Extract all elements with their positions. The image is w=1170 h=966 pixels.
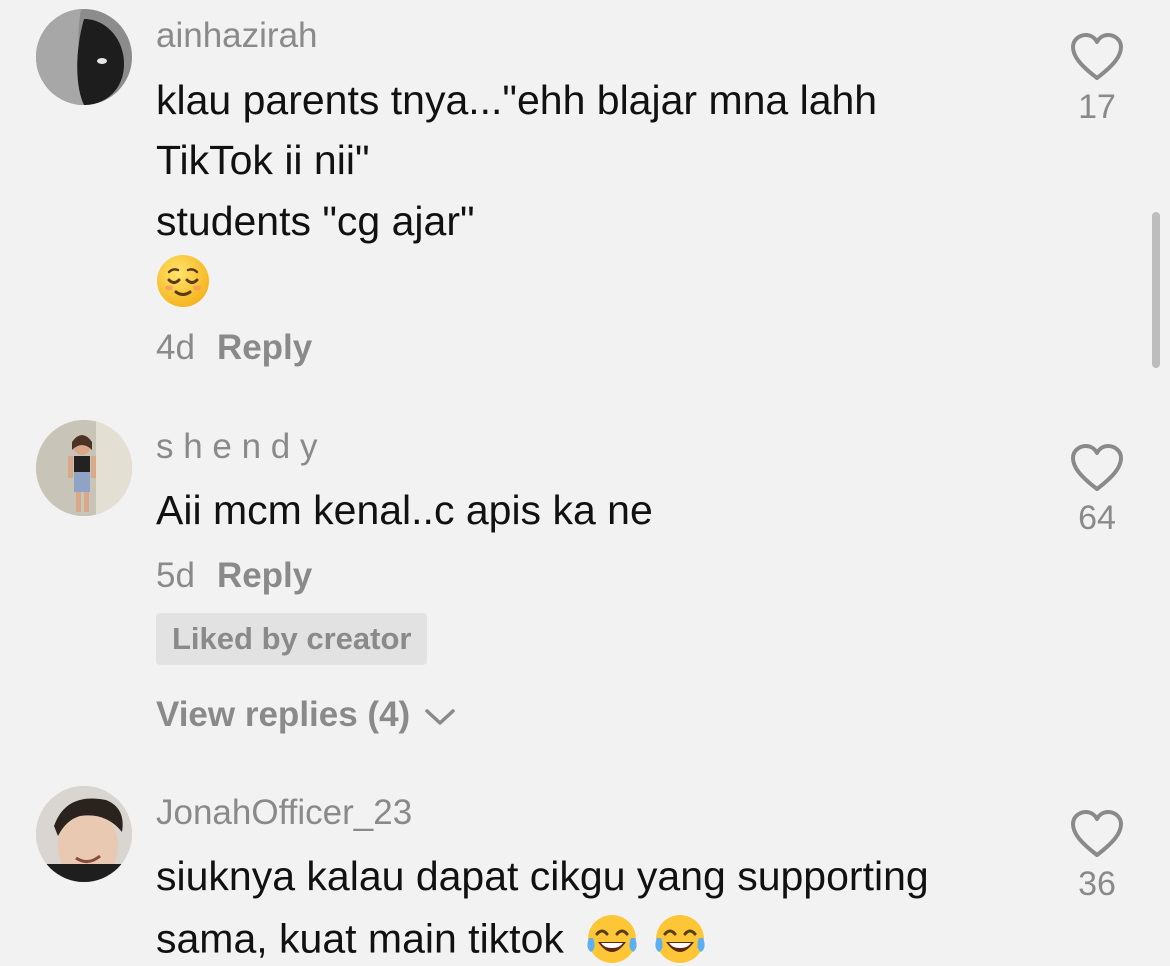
relieved-face-icon <box>157 255 209 307</box>
view-replies-button[interactable]: View replies (4) <box>156 695 456 735</box>
comment-age: 5d <box>156 556 195 595</box>
heart-outline-icon <box>1071 810 1123 857</box>
avatar[interactable] <box>36 786 132 882</box>
chevron-down-icon <box>425 709 455 725</box>
avatar[interactable] <box>36 420 132 516</box>
emoji-line <box>156 254 210 308</box>
reply-button[interactable]: Reply <box>217 328 312 367</box>
like-button[interactable]: 17 <box>1068 32 1126 127</box>
heart-outline-icon <box>1071 33 1123 80</box>
tears-of-joy-icon <box>587 915 637 963</box>
like-button[interactable]: 64 <box>1068 443 1126 538</box>
comment-text-line: klau parents tnya..."ehh blajar mna lahh <box>156 77 878 123</box>
comment-text-line: sama, kuat main tiktok <box>156 915 564 962</box>
scrollbar-thumb[interactable] <box>1152 212 1160 368</box>
reply-button[interactable]: Reply <box>217 556 312 595</box>
tears-of-joy-icon <box>655 915 705 963</box>
comment-text-line-with-emoji: sama, kuat main tiktok <box>156 912 707 966</box>
comment-username[interactable]: s h e n d y <box>156 427 317 467</box>
comment-age: 4d <box>156 328 195 367</box>
like-count: 17 <box>1078 88 1116 126</box>
comment-text-line: siuknya kalau dapat cikgu yang supportin… <box>156 853 929 899</box>
comment-username[interactable]: JonahOfficer_23 <box>156 793 412 833</box>
like-count: 36 <box>1078 865 1116 903</box>
like-count: 64 <box>1078 499 1116 537</box>
comment-username[interactable]: ainhazirah <box>156 16 318 56</box>
comment-meta: 5d Reply <box>156 556 312 596</box>
view-replies-label: View replies (4) <box>156 695 411 734</box>
heart-outline-icon <box>1071 444 1123 491</box>
comment-text-line: Aii mcm kenal..c apis ka ne <box>156 487 653 533</box>
avatar[interactable] <box>36 9 132 105</box>
comment-text-line: students "cg ajar" <box>156 198 475 244</box>
like-button[interactable]: 36 <box>1068 809 1126 904</box>
liked-by-creator-badge: Liked by creator <box>156 613 428 665</box>
comment-meta: 4d Reply <box>156 328 312 368</box>
comment-text-line: TikTok ii nii" <box>156 137 370 183</box>
